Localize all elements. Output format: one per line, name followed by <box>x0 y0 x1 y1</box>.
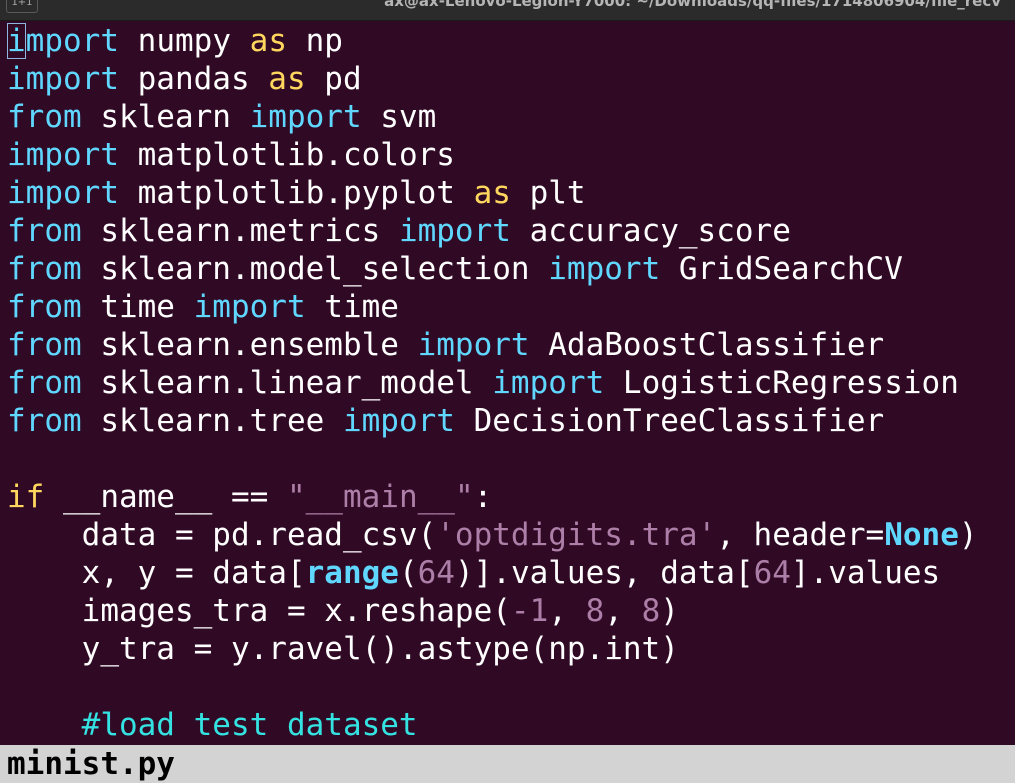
code-token-stmt: import <box>249 99 362 135</box>
code-token-plain: np <box>286 23 343 59</box>
code-token-stmt: import <box>7 137 119 173</box>
code-token-plain: sklearn.ensemble <box>81 327 418 363</box>
code-token-plain: time <box>81 289 194 325</box>
code-token-cond: as <box>249 23 287 59</box>
code-line[interactable]: from sklearn.tree import DecisionTreeCla… <box>7 402 884 440</box>
code-token-cond: as <box>268 61 306 97</box>
code-token-plain: ) <box>958 517 978 553</box>
code-token-plain: y_tra = y.ravel().astype(np.int) <box>7 631 679 667</box>
code-token-plain: AdaBoostClassifier <box>529 327 885 363</box>
code-token-plain: time <box>305 289 399 325</box>
code-token-plain: ) <box>660 593 679 629</box>
code-token-plain: images_tra = x.reshape( <box>7 593 511 629</box>
code-token-plain: pd <box>305 61 362 97</box>
code-token-stmt: import <box>7 175 119 211</box>
code-token-plain: ( <box>398 555 418 591</box>
code-token-plain: sklearn.model_selection <box>81 251 549 287</box>
code-line[interactable]: from sklearn import svm <box>7 98 436 136</box>
code-token-stmt: from <box>7 327 82 363</box>
status-filename: minist.py <box>7 746 175 782</box>
code-token-stmt: import <box>417 327 530 363</box>
code-token-plain: , <box>604 593 642 629</box>
code-token-num: -1 <box>510 593 549 629</box>
code-line[interactable]: import matplotlib.colors <box>7 136 455 174</box>
code-token-builtin: range <box>305 555 399 591</box>
code-line[interactable]: images_tra = x.reshape(-1, 8, 8) <box>7 592 679 630</box>
code-token-cond: if <box>7 479 45 515</box>
code-line[interactable]: import numpy as np <box>7 22 343 60</box>
code-token-stmt: import <box>492 365 605 401</box>
code-line[interactable]: import matplotlib.pyplot as plt <box>7 174 586 212</box>
code-token-stmt: from <box>7 99 82 135</box>
code-token-stmt: from <box>7 289 82 325</box>
code-token-stmt: from <box>7 251 82 287</box>
code-token-stmt: import <box>7 61 119 97</box>
code-token-plain: , <box>548 593 586 629</box>
code-token-plain: sklearn.tree <box>81 403 343 439</box>
code-token-plain: )].values, data[ <box>454 555 754 591</box>
code-line[interactable]: from sklearn.ensemble import AdaBoostCla… <box>7 326 884 364</box>
code-token-cond: as <box>473 175 511 211</box>
code-token-stmt: import <box>548 251 661 287</box>
code-token-plain: x, y = data[ <box>7 555 306 591</box>
code-token-str: "__main__" <box>286 479 474 515</box>
code-line[interactable]: import pandas as pd <box>7 60 362 98</box>
window-title: ax@ax-Lenovo-Legion-Y7000: ~/Downloads/q… <box>384 0 1001 10</box>
code-line[interactable]: from sklearn.metrics import accuracy_sco… <box>7 212 791 250</box>
code-token-plain: : <box>473 479 493 515</box>
code-token-plain: LogisticRegression <box>604 365 959 401</box>
title-bar[interactable]: 1+1 ax@ax-Lenovo-Legion-Y7000: ~/Downloa… <box>0 0 1015 21</box>
code-token-plain: svm <box>361 99 437 135</box>
code-token-str: 'optdigits.tra' <box>436 517 717 553</box>
code-line[interactable]: from sklearn.model_selection import Grid… <box>7 250 903 288</box>
code-token-plain: GridSearchCV <box>660 251 903 287</box>
code-token-plain: __name__ == <box>44 479 287 515</box>
code-line[interactable]: y_tra = y.ravel().astype(np.int) <box>7 630 679 668</box>
code-token-plain: matplotlib.colors <box>118 137 455 173</box>
tab-indicator[interactable]: 1+1 <box>6 0 38 13</box>
code-token-plain: numpy <box>119 23 250 59</box>
vim-editor-buffer[interactable]: import numpy as np import pandas as pd fro… <box>0 21 1015 745</box>
code-line[interactable]: from sklearn.linear_model import Logisti… <box>7 364 959 402</box>
code-token-stmt: import <box>398 213 511 249</box>
code-token-plain: plt <box>510 175 586 211</box>
code-token-plain: DecisionTreeClassifier <box>454 403 885 439</box>
code-line[interactable]: x, y = data[range(64)].values, data[64].… <box>7 554 941 592</box>
code-line[interactable]: #load test dataset <box>7 706 418 744</box>
code-token-num: 64 <box>753 555 791 591</box>
code-token-plain: sklearn.metrics <box>81 213 399 249</box>
code-token-stmt: mport <box>25 23 119 59</box>
code-token-num: 8 <box>585 593 605 629</box>
code-line[interactable]: if __name__ == "__main__": <box>7 478 492 516</box>
code-token-stmt: from <box>7 213 82 249</box>
terminal-window: 1+1 ax@ax-Lenovo-Legion-Y7000: ~/Downloa… <box>0 0 1015 783</box>
code-token-plain: data = pd.read_csv( <box>7 517 437 553</box>
text-cursor: i <box>7 23 26 59</box>
code-token-stmt: import <box>193 289 306 325</box>
code-token-plain: pandas <box>118 61 269 97</box>
code-token-const: None <box>884 517 959 553</box>
code-line[interactable]: from time import time <box>7 288 399 326</box>
code-token-num: 8 <box>641 593 661 629</box>
code-token-stmt: import <box>342 403 455 439</box>
code-token-plain: sklearn.linear_model <box>81 365 493 401</box>
code-token-stmt: from <box>7 403 82 439</box>
code-token-stmt: from <box>7 365 82 401</box>
code-line[interactable]: data = pd.read_csv('optdigits.tra', head… <box>7 516 978 554</box>
code-token-plain: , header= <box>716 517 885 553</box>
code-token-comment: #load test dataset <box>81 707 418 743</box>
code-token-num: 64 <box>417 555 455 591</box>
code-token-plain: sklearn <box>81 99 250 135</box>
code-token-plain: ].values <box>790 555 941 591</box>
code-token-plain: matplotlib.pyplot <box>118 175 474 211</box>
vim-status-line: minist.py <box>0 745 1015 783</box>
code-token-plain: accuracy_score <box>510 213 791 249</box>
